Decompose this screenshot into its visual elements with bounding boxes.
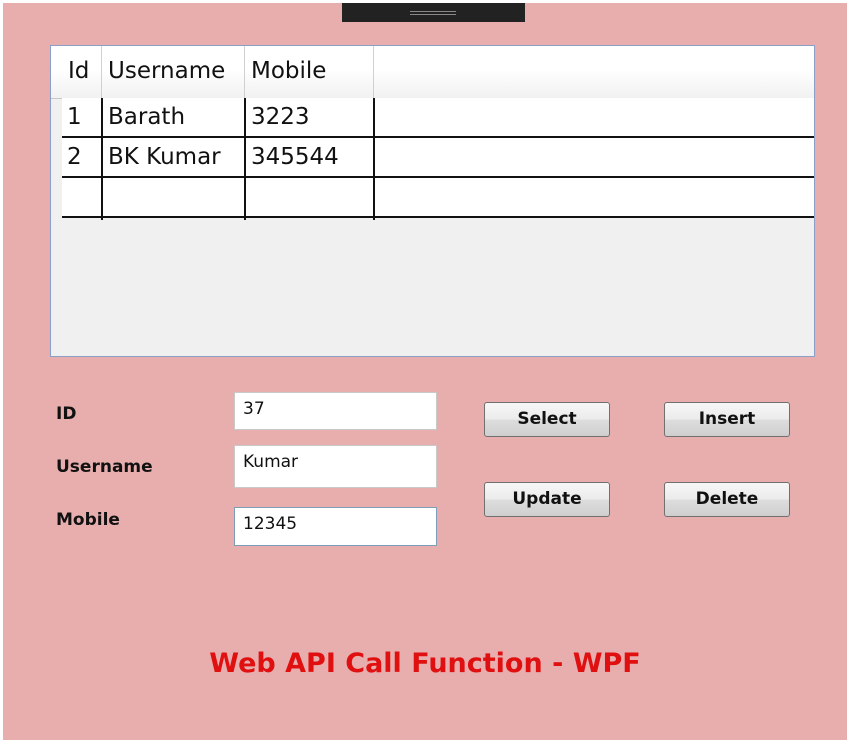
column-header-mobile[interactable]: Mobile	[245, 46, 374, 96]
window-drag-bar[interactable]	[342, 3, 525, 22]
update-button[interactable]: Update	[484, 482, 610, 517]
username-input[interactable]: Kumar	[234, 445, 437, 488]
cell-mobile[interactable]: 345544	[245, 138, 374, 177]
mobile-label: Mobile	[56, 510, 120, 530]
cell-id[interactable]: 1	[62, 98, 102, 137]
delete-button[interactable]: Delete	[664, 482, 790, 517]
cell-id[interactable]: 2	[62, 138, 102, 177]
cell-username[interactable]: Barath	[102, 98, 245, 137]
users-data-grid[interactable]: Id Username Mobile 1 Barath 3223 2 BK Ku…	[50, 45, 815, 357]
id-label: ID	[56, 404, 77, 424]
app-title: Web API Call Function - WPF	[209, 648, 641, 679]
grid-line	[101, 98, 103, 220]
table-row[interactable]: 2 BK Kumar 345544	[62, 138, 814, 178]
insert-button[interactable]: Insert	[664, 402, 790, 437]
cell-mobile[interactable]: 3223	[245, 98, 374, 137]
username-label: Username	[56, 457, 153, 477]
app-window: Id Username Mobile 1 Barath 3223 2 BK Ku…	[3, 3, 847, 740]
grid-line	[373, 98, 375, 220]
column-header-username[interactable]: Username	[102, 46, 245, 96]
id-input[interactable]: 37	[234, 392, 437, 430]
grip-line	[410, 11, 456, 12]
grid-line	[244, 98, 246, 220]
table-row-new[interactable]	[62, 178, 814, 218]
column-header-id[interactable]: Id	[62, 46, 102, 96]
cell-username[interactable]: BK Kumar	[102, 138, 245, 177]
grip-line	[410, 14, 456, 15]
grid-header: Id Username Mobile	[51, 46, 814, 99]
mobile-input[interactable]: 12345	[234, 507, 437, 546]
table-row[interactable]: 1 Barath 3223	[62, 98, 814, 138]
select-button[interactable]: Select	[484, 402, 610, 437]
